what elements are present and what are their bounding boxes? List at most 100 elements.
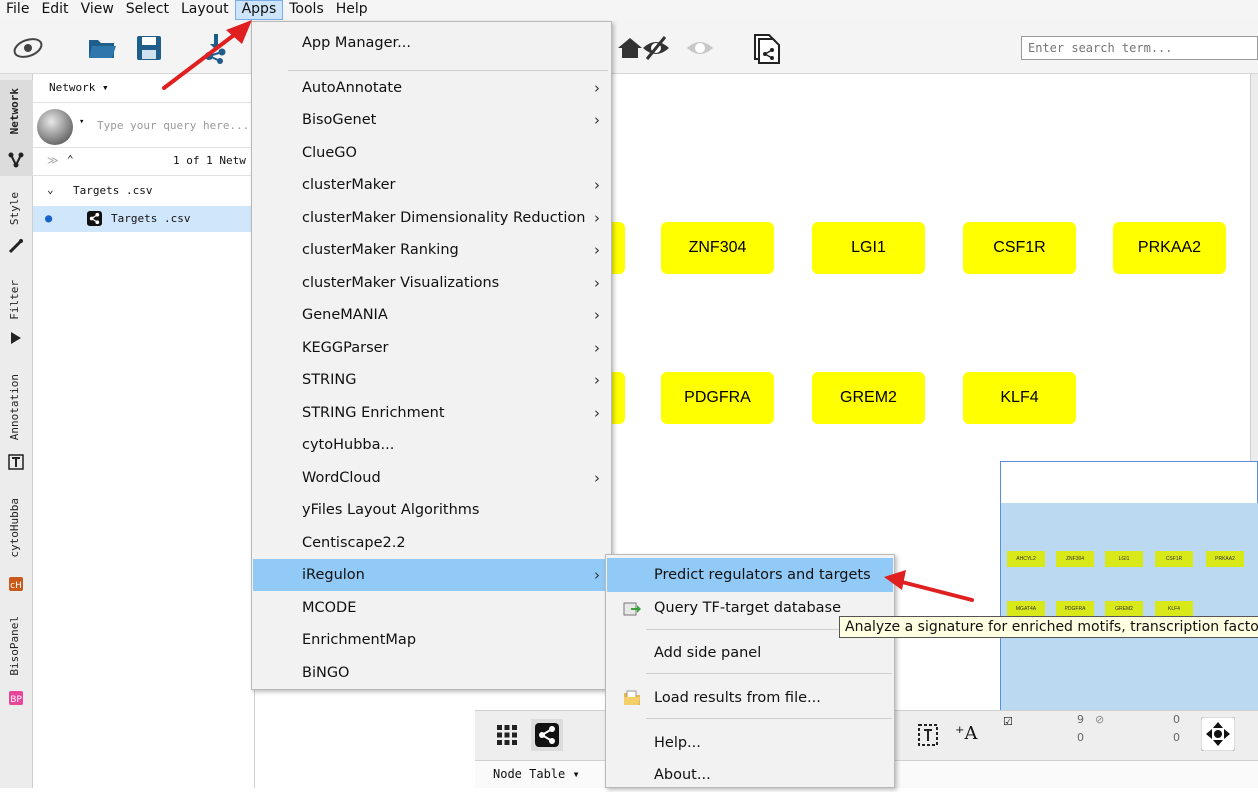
menu-item-predict-regulators[interactable]: Predict regulators and targets [607,558,893,592]
network-dropdown[interactable]: Network ▾ [49,81,109,94]
menu-item-cluego[interactable]: ClueGO [253,137,610,169]
tab-cytohubba[interactable]: cytoHubba cH [0,494,33,594]
menu-item-label: STRING [302,372,357,388]
import-network-icon[interactable] [200,32,232,64]
node[interactable]: ZNF304 [661,222,774,274]
menu-item-label: EnrichmentMap [302,632,417,648]
bp-icon: BP [9,691,23,705]
iregulon-submenu: Predict regulators and targets Query TF-… [605,554,895,788]
mini-node: AHCYL2 [1007,551,1045,567]
menu-item-enrichmentmap[interactable]: EnrichmentMap [253,624,610,656]
menu-file[interactable]: File [0,0,35,20]
tab-annotation[interactable]: Annotation [0,370,33,476]
tab-filter[interactable]: Filter [0,274,33,354]
menu-apps[interactable]: Apps [234,0,284,20]
submenu-arrow-icon: › [594,79,600,97]
menu-item-label: ClueGO [302,145,357,161]
menu-item-bisogenet[interactable]: BisoGenet › [253,104,610,136]
menu-item-genemania[interactable]: GeneMANIA › [253,299,610,331]
network-view-mode-icon[interactable] [531,719,563,751]
node[interactable]: PRKAA2 [1113,222,1226,274]
tab-style-label: Style [8,192,21,226]
node[interactable]: LGI1 [812,222,925,274]
menu-item-label: STRING Enrichment [302,405,445,421]
menu-item-keggparser[interactable]: KEGGParser › [253,332,610,364]
tree-controls: ≫ ⌃ 1 of 1 Netw [33,148,255,176]
network-overview[interactable]: AHCYL2 ZNF304 LGI1 CSF1R PRKAA2 MGAT4A P… [1000,461,1258,710]
menu-item-label: KEGGParser [302,340,389,356]
menu-item-label: AutoAnnotate [302,80,403,96]
query-input[interactable]: Type your query here... [97,119,249,132]
menu-item-help[interactable]: Help... [607,726,893,760]
tab-network[interactable]: Network [0,80,33,176]
hide-icon[interactable] [640,32,672,64]
text-annotation-icon[interactable]: ⁺A [955,723,978,744]
new-network-icon[interactable] [750,32,782,64]
menu-item-clustermaker[interactable]: clusterMaker › [253,169,610,201]
tab-bisopanel[interactable]: BisoPanel BP [0,612,33,712]
menu-help[interactable]: Help [330,0,374,20]
node[interactable]: CSF1R [963,222,1076,274]
collapse-all-icon[interactable]: ⌃ [67,153,74,166]
menu-item-mcode[interactable]: MCODE [253,592,610,624]
selected-edge-count: 0 [1173,713,1180,726]
menu-select[interactable]: Select [120,0,175,20]
menu-item-label: App Manager... [302,35,411,51]
zoom-fit-icon[interactable] [1201,717,1235,751]
menu-item-label: clusterMaker Ranking [302,242,459,258]
annotation-select-icon[interactable] [917,723,939,747]
menu-item-label: clusterMaker Visualizations [302,275,500,291]
expand-all-icon[interactable]: ≫ [47,154,59,167]
menu-item-app-manager[interactable]: App Manager... [253,27,610,59]
cytoscape-logo-icon[interactable] [12,32,44,64]
brush-icon [8,239,23,254]
open-folder-icon[interactable] [86,32,118,64]
menu-tools[interactable]: Tools [283,0,330,20]
selected-node-checkbox-icon[interactable]: ☑ [1003,715,1013,728]
node[interactable]: PDGFRA [661,372,774,424]
menu-item-clustermaker-dimensionality[interactable]: clusterMaker Dimensionality Reduction › [253,202,610,234]
overview-viewport[interactable]: AHCYL2 ZNF304 LGI1 CSF1R PRKAA2 MGAT4A P… [1001,503,1258,710]
menu-item-wordcloud[interactable]: WordCloud › [253,462,610,494]
svg-text:BP: BP [10,695,22,705]
menu-item-bingo[interactable]: BiNGO [253,657,610,689]
collapse-chevron-icon[interactable]: ⌄ [47,183,54,196]
menu-item-clustermaker-ranking[interactable]: clusterMaker Ranking › [253,234,610,266]
node[interactable]: GREM2 [812,372,925,424]
menu-item-yfiles[interactable]: yFiles Layout Algorithms [253,494,610,526]
hidden-count-icon: ⊘ [1095,713,1105,726]
menu-item-centiscape[interactable]: Centiscape2.2 [253,527,610,559]
submenu-arrow-icon: › [594,566,600,584]
mini-node: MGAT4A [1007,601,1045,617]
network-view-icon [87,211,102,226]
selected-node-count: 9 [1077,713,1084,726]
tree-network-row[interactable]: ● Targets .csv [33,206,255,232]
menu-item-label: Centiscape2.2 [302,535,406,551]
search-input[interactable] [1021,36,1258,60]
menu-layout[interactable]: Layout [175,0,235,20]
tooltip: Analyze a signature for enriched motifs,… [839,616,1258,638]
globe-dropdown-icon[interactable]: ▾ [79,117,84,127]
mini-node: ZNF304 [1056,551,1094,567]
submenu-arrow-icon: › [594,274,600,292]
menu-item-load-results[interactable]: Load results from file... [607,681,893,715]
globe-icon[interactable] [35,107,75,147]
menu-item-iregulon[interactable]: iRegulon › [253,559,610,591]
menu-item-about[interactable]: About... [607,758,893,792]
tree-collection-row[interactable]: ⌄ Targets .csv [33,178,255,204]
menu-item-autoannotate[interactable]: AutoAnnotate › [253,72,610,104]
save-icon[interactable] [133,32,165,64]
menu-item-clustermaker-visualizations[interactable]: clusterMaker Visualizations › [253,267,610,299]
menu-item-add-side-panel[interactable]: Add side panel [607,636,893,670]
menu-item-label: MCODE [302,600,357,616]
show-icon[interactable] [684,32,716,64]
node[interactable]: KLF4 [963,372,1076,424]
menu-item-cytohubba[interactable]: cytoHubba... [253,429,610,461]
menu-item-string[interactable]: STRING › [253,364,610,396]
grid-view-icon[interactable] [495,723,519,747]
tab-style[interactable]: Style [0,186,33,266]
menu-view[interactable]: View [75,0,120,20]
menu-edit[interactable]: Edit [35,0,74,20]
menu-item-label: Load results from file... [654,690,821,706]
menu-item-string-enrichment[interactable]: STRING Enrichment › [253,397,610,429]
